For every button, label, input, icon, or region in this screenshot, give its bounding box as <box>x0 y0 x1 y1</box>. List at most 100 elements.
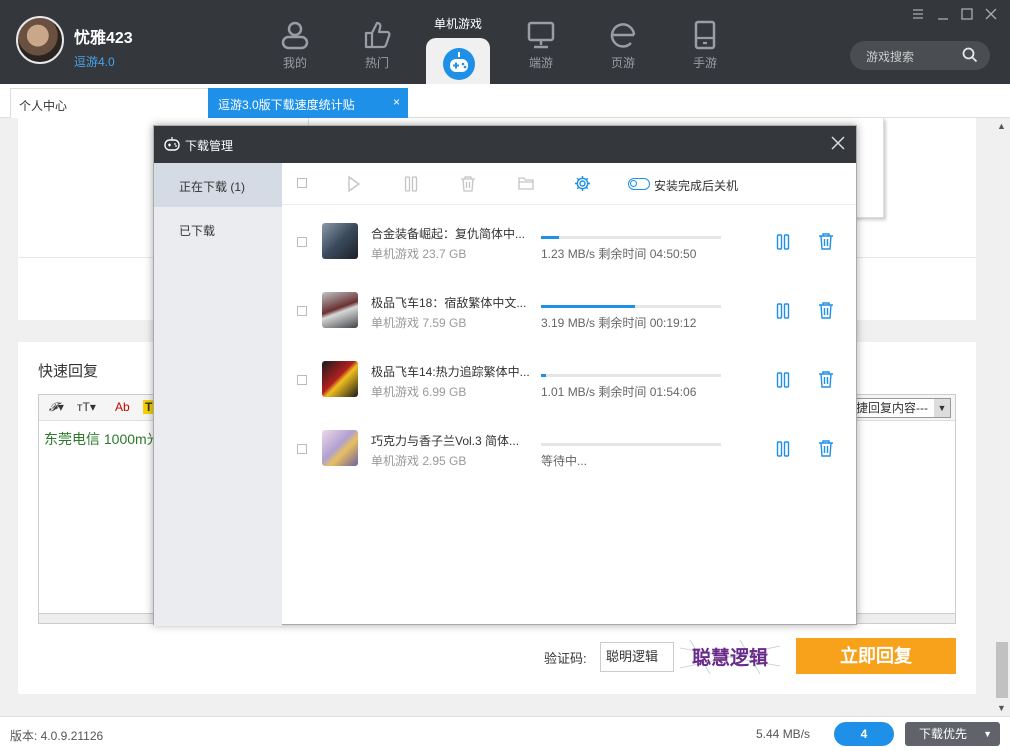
scroll-thumb[interactable] <box>996 642 1008 698</box>
game-title: 极品飞车14:热力追踪繁体中... <box>371 365 530 379</box>
game-meta: 单机游戏 6.99 GB <box>371 385 467 399</box>
game-thumbnail <box>322 361 358 397</box>
nav-item-hot[interactable]: 热门 <box>347 20 407 71</box>
browser-e-icon <box>610 23 636 48</box>
toggle-knob <box>630 180 637 187</box>
nav-label-mine: 我的 <box>282 56 307 70</box>
item-checkbox[interactable] <box>297 444 307 454</box>
sidebar-item-downloaded[interactable]: 已下载 <box>154 207 282 251</box>
editor-content[interactable]: 东莞电信 1000m光 <box>44 429 161 449</box>
progress-bar <box>541 305 721 308</box>
nav-item-mobile-games[interactable]: 手游 <box>675 20 735 71</box>
username[interactable]: 忧雅423 <box>74 24 133 48</box>
trash-icon[interactable] <box>818 233 834 250</box>
settings-gear-icon[interactable] <box>574 175 591 192</box>
progress-fill <box>541 374 547 377</box>
nav-item-client-games[interactable]: 端游 <box>511 20 571 71</box>
font-color-button[interactable]: Ab <box>115 400 130 414</box>
trash-icon[interactable] <box>818 371 834 388</box>
svg-text:聪慧逻辑: 聪慧逻辑 <box>692 646 768 669</box>
pause-icon[interactable] <box>404 176 418 192</box>
download-count-badge[interactable]: 4 <box>834 722 894 746</box>
scroll-down-icon[interactable]: ▼ <box>997 703 1006 713</box>
item-checkbox[interactable] <box>297 237 307 247</box>
captcha-input[interactable]: 聪明逻辑 <box>600 642 674 672</box>
shutdown-toggle-label: 安装完成后关机 <box>654 179 739 193</box>
total-download-speed: 5.44 MB/s <box>756 727 811 741</box>
close-icon[interactable] <box>985 8 997 20</box>
pause-icon[interactable] <box>776 372 790 388</box>
game-title: 合金装备崛起：复仇简体中... <box>371 227 526 241</box>
progress-fill <box>541 305 635 308</box>
download-item[interactable]: 极品飞车18：宿敌繁体中文... 单机游戏 7.59 GB 3.19 MB/s … <box>282 274 856 343</box>
gamepad-icon <box>443 48 475 80</box>
captcha-image[interactable]: 聪慧逻辑 <box>680 640 780 674</box>
shutdown-toggle[interactable] <box>628 178 650 190</box>
download-item[interactable]: 巧克力与香子兰Vol.3 简体... 单机游戏 2.95 GB 等待中... <box>282 412 856 481</box>
game-meta: 单机游戏 7.59 GB <box>371 316 467 330</box>
submit-reply-button[interactable]: 立即回复 <box>796 638 956 674</box>
quick-reply-title: 快速回复 <box>38 363 99 380</box>
trash-icon[interactable] <box>460 176 476 192</box>
pause-icon[interactable] <box>776 441 790 457</box>
dialog-titlebar: 下载管理 <box>154 126 856 163</box>
sidebar-item-downloading[interactable]: 正在下载 (1) <box>154 163 282 207</box>
gamepad-icon <box>164 137 180 151</box>
search-input[interactable]: 游戏搜索 <box>850 41 990 70</box>
maximize-icon[interactable] <box>961 8 973 20</box>
app-version-label: 逗游4.0 <box>74 55 115 69</box>
download-speed: 1.01 MB/s 剩余时间 01:54:06 <box>541 385 697 399</box>
download-item[interactable]: 极品飞车14:热力追踪繁体中... 单机游戏 6.99 GB 1.01 MB/s… <box>282 343 856 412</box>
item-checkbox[interactable] <box>297 306 307 316</box>
tab-speed-stats-post[interactable]: 逗游3.0版下载速度统计贴 × <box>208 88 408 118</box>
tab-personal-center-label: 个人中心 <box>19 99 68 113</box>
nav-item-mine[interactable]: 我的 <box>265 20 325 71</box>
game-meta: 单机游戏 2.95 GB <box>371 454 467 468</box>
download-manager-dialog: 下载管理 正在下载 (1) 已下载 安装完成后关机 合金装备崛起：复仇简体中..… <box>153 125 857 626</box>
trash-icon[interactable] <box>818 440 834 457</box>
chevron-down-icon: ▼ <box>983 729 992 739</box>
close-icon[interactable] <box>830 135 846 151</box>
pause-icon[interactable] <box>776 303 790 319</box>
nav-label-single-player: 单机游戏 <box>433 17 482 31</box>
font-size-button[interactable]: ᴛT▾ <box>77 400 96 414</box>
tab-close-icon[interactable]: × <box>393 95 400 109</box>
download-priority-select[interactable]: 下载优先 ▼ <box>905 722 1000 746</box>
user-icon <box>281 21 309 50</box>
status-bar: 版本: 4.0.9.21126 5.44 MB/s 4 下载优先 ▼ <box>0 716 1010 751</box>
pause-icon[interactable] <box>776 234 790 250</box>
search-placeholder: 游戏搜索 <box>866 50 915 64</box>
game-meta: 单机游戏 23.7 GB <box>371 247 467 261</box>
font-family-button[interactable]: 𝓕▾ <box>49 400 64 415</box>
download-item[interactable]: 合金装备崛起：复仇简体中... 单机游戏 23.7 GB 1.23 MB/s 剩… <box>282 205 856 274</box>
nav-label-web-games: 页游 <box>610 56 635 70</box>
game-title: 极品飞车18：宿敌繁体中文... <box>371 296 527 310</box>
progress-bar <box>541 374 721 377</box>
avatar[interactable] <box>16 16 64 64</box>
nav-label-mobile-games: 手游 <box>692 56 717 70</box>
play-icon[interactable] <box>347 176 361 192</box>
nav-label-client-games: 端游 <box>528 56 553 70</box>
monitor-icon <box>527 21 555 49</box>
sidebar-item-label: 已下载 <box>179 224 216 238</box>
download-toolbar: 安装完成后关机 <box>282 163 856 205</box>
nav-item-web-games[interactable]: 页游 <box>593 20 653 71</box>
page-scrollbar[interactable]: ▲ ▼ <box>994 118 1010 716</box>
search-icon[interactable] <box>962 47 978 63</box>
game-title: 巧克力与香子兰Vol.3 简体... <box>371 434 520 448</box>
select-all-checkbox[interactable] <box>297 178 307 188</box>
sidebar-item-label: 正在下载 (1) <box>179 180 246 194</box>
chevron-down-icon: ▼ <box>934 399 950 417</box>
quick-reply-select[interactable]: 快捷回复内容--- ▼ <box>841 398 951 418</box>
scroll-up-icon[interactable]: ▲ <box>997 121 1006 131</box>
progress-bar <box>541 236 721 239</box>
minimize-icon[interactable] <box>937 8 949 20</box>
tab-speed-stats-label: 逗游3.0版下载速度统计贴 <box>218 98 355 112</box>
nav-label-hot: 热门 <box>364 56 389 70</box>
tab-personal-center[interactable]: 个人中心 <box>10 88 210 118</box>
download-sidebar: 正在下载 (1) 已下载 <box>154 163 282 626</box>
trash-icon[interactable] <box>818 302 834 319</box>
menu-icon[interactable] <box>912 8 924 20</box>
item-checkbox[interactable] <box>297 375 307 385</box>
folder-icon[interactable] <box>518 176 534 190</box>
